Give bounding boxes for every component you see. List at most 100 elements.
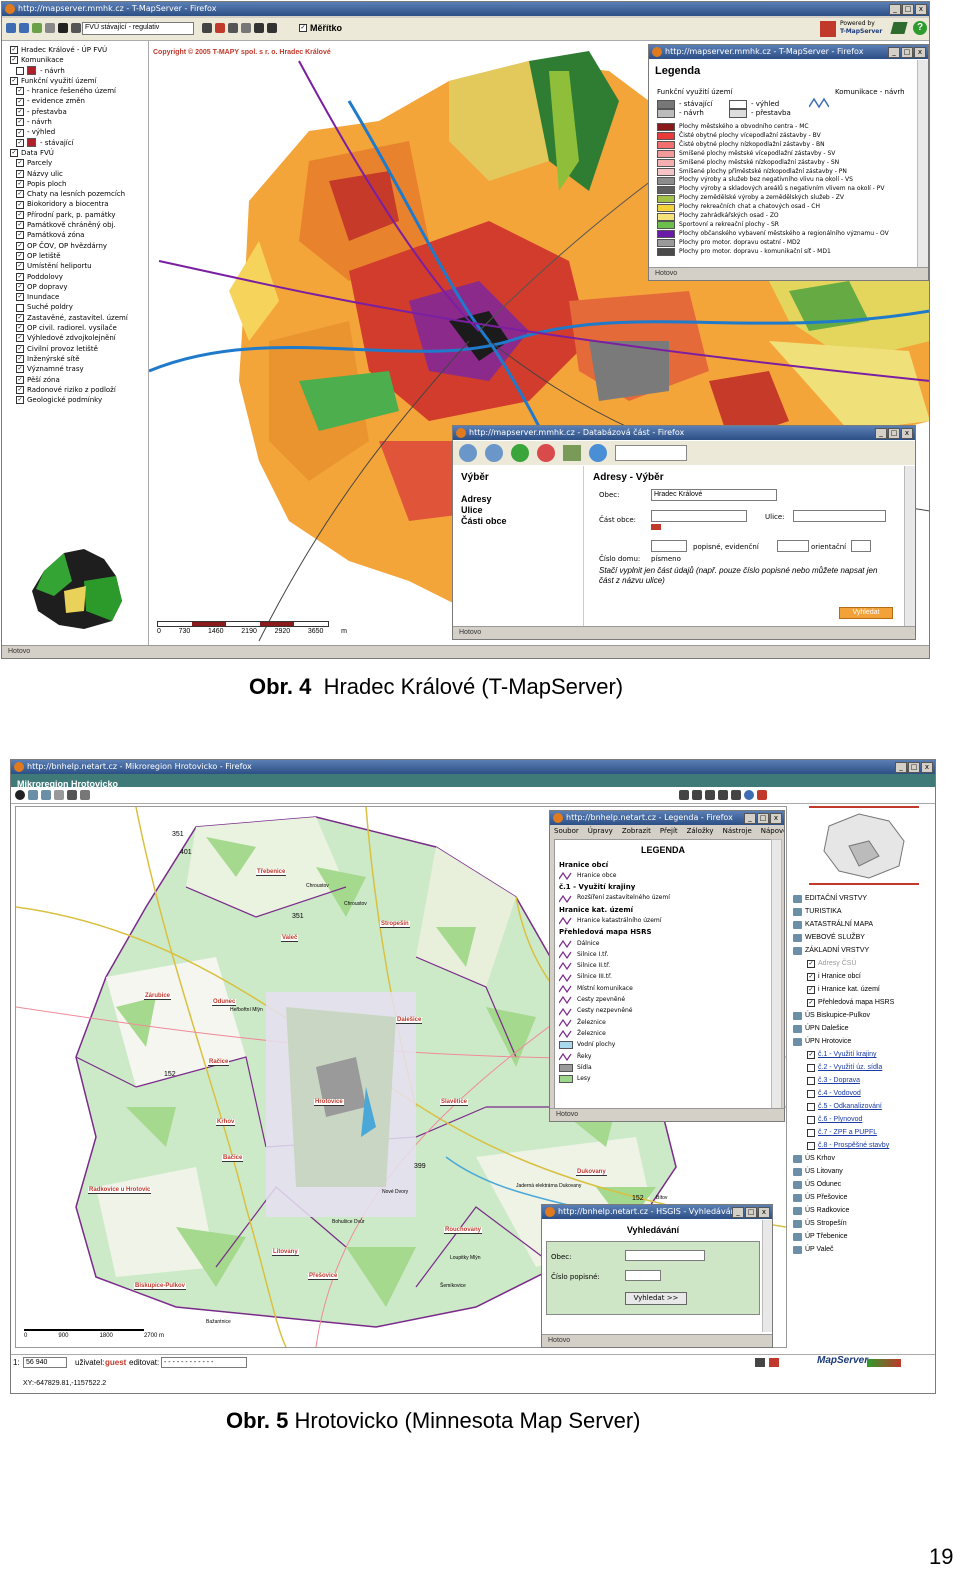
layer-checkbox[interactable]: ✓: [16, 334, 24, 343]
layer-tree-item[interactable]: ÚP Valeč: [793, 1243, 894, 1256]
layer-item[interactable]: ✓ Parcely: [10, 158, 148, 168]
layer-tree-label[interactable]: č.1 - Využití krajiny: [818, 1051, 876, 1058]
legend-scrollbar[interactable]: [917, 60, 928, 268]
maximize-button[interactable]: □: [888, 428, 900, 439]
layer-tree-item[interactable]: ÚS Litovany: [793, 1165, 894, 1178]
extent-icon[interactable]: [705, 790, 715, 800]
menu-item[interactable]: Přejít: [660, 826, 678, 836]
layer-item[interactable]: ✓ Inženýrské sítě: [10, 354, 148, 364]
maximize-button[interactable]: □: [901, 47, 913, 58]
layer-tree-item[interactable]: ÚS Radkovice: [793, 1204, 894, 1217]
layer-item[interactable]: ✓ Výhledové zdvojkolejnění: [10, 333, 148, 343]
forward-arrow-icon[interactable]: [267, 23, 277, 33]
zoom-in-icon[interactable]: [6, 23, 16, 33]
layer-checkbox[interactable]: [807, 1063, 815, 1072]
tools-icon[interactable]: [769, 1358, 779, 1367]
layer-checkbox[interactable]: ✓: [16, 200, 24, 209]
layer-item[interactable]: ✓ Civilní provoz letiště: [10, 344, 148, 354]
close-button[interactable]: x: [758, 1207, 770, 1218]
reload-icon[interactable]: [511, 444, 529, 462]
layer-checkbox[interactable]: ✓: [16, 272, 24, 281]
layer-tree-item[interactable]: ✓ Adresy ČSÚ: [793, 957, 894, 970]
layer-tree-item[interactable]: č.3 - Doprava: [793, 1074, 894, 1087]
layer-checkbox[interactable]: ✓: [16, 180, 24, 188]
layer-tree-item[interactable]: ÚS Stropešín: [793, 1217, 894, 1230]
layer-item[interactable]: ✓ Památková zóna: [10, 230, 148, 240]
layer-tree-item[interactable]: ÚS Krhov: [793, 1152, 894, 1165]
layer-checkbox[interactable]: ✓: [16, 375, 24, 384]
layer-item[interactable]: ✓ Chaty na lesních pozemcích: [10, 189, 148, 199]
maximize-button[interactable]: □: [908, 762, 920, 773]
close-button[interactable]: x: [921, 762, 933, 773]
layer-item[interactable]: ✓ Komunikace: [10, 55, 148, 65]
layer-checkbox[interactable]: [16, 303, 24, 312]
layer-checkbox[interactable]: ✓: [807, 959, 815, 968]
layer-item[interactable]: ✓ OP letiště: [10, 251, 148, 261]
maximize-button[interactable]: □: [745, 1207, 757, 1218]
ulice-input[interactable]: [793, 510, 886, 522]
layer-checkbox[interactable]: [807, 1076, 815, 1085]
info-icon[interactable]: [58, 23, 68, 33]
search-scrollbar[interactable]: [762, 1220, 772, 1332]
layer-tree-item[interactable]: ✓ Přehledová mapa HSRS: [793, 996, 894, 1009]
nav-link-adresy[interactable]: Adresy: [461, 494, 492, 504]
menu-item[interactable]: Záložky: [687, 826, 714, 836]
cislo-popisne-input[interactable]: [625, 1270, 661, 1281]
layer-checkbox[interactable]: [807, 1128, 815, 1137]
layer-tree-label[interactable]: č.2 - Využití úz. sídla: [818, 1064, 882, 1071]
layer-checkbox[interactable]: ✓: [16, 344, 24, 353]
layer-tree-label[interactable]: č.3 - Doprava: [818, 1077, 860, 1084]
pan-icon[interactable]: [32, 23, 42, 33]
layer-checkbox[interactable]: [807, 1115, 815, 1124]
layer-tree-item[interactable]: ÚP Třebenice: [793, 1230, 894, 1243]
layer-tree-item[interactable]: č.6 - Plynovod: [793, 1113, 894, 1126]
layer-checkbox[interactable]: ✓: [16, 138, 24, 147]
minimize-button[interactable]: _: [889, 4, 901, 15]
layer-item[interactable]: ✓ OP ČOV, OP hvězdárny: [10, 241, 148, 251]
layer-checkbox[interactable]: [807, 1102, 815, 1111]
layer-checkbox[interactable]: ✓: [16, 231, 24, 240]
layer-checkbox[interactable]: ✓: [807, 998, 815, 1007]
layer-item[interactable]: ✓ Data FVÚ: [10, 148, 148, 158]
menu-item[interactable]: Nápověda: [761, 826, 784, 836]
zoom-in-icon[interactable]: [28, 790, 38, 800]
info-icon[interactable]: [15, 790, 25, 800]
maximize-button[interactable]: □: [902, 4, 914, 15]
layer-tree-item[interactable]: ✓ i Hranice kat. území: [793, 983, 894, 996]
print-icon[interactable]: [731, 790, 741, 800]
layer-checkbox[interactable]: ✓: [16, 396, 24, 405]
menu-item[interactable]: Úpravy: [588, 826, 613, 836]
binoculars-icon[interactable]: [718, 790, 728, 800]
close-button[interactable]: x: [915, 4, 927, 15]
layer-item[interactable]: ✓ Popis ploch: [10, 179, 148, 189]
layer-item[interactable]: ✓ Biokoridory a biocentra: [10, 199, 148, 209]
layer-item[interactable]: ✓ Funkční využití území: [10, 76, 148, 86]
layer-checkbox[interactable]: ✓: [16, 282, 24, 291]
close-button[interactable]: x: [901, 428, 913, 439]
menu-item[interactable]: Soubor: [554, 826, 579, 836]
layer-checkbox[interactable]: ✓: [16, 169, 24, 178]
layer-checkbox[interactable]: ✓: [807, 985, 815, 994]
print-icon[interactable]: [241, 23, 251, 33]
measure-icon[interactable]: [71, 23, 81, 33]
layer-checkbox[interactable]: ✓: [16, 313, 24, 322]
measure-icon[interactable]: [67, 790, 77, 800]
layer-item[interactable]: ✓ Inundace: [10, 292, 148, 302]
layer-item[interactable]: ✓ Radonové riziko z podloží: [10, 385, 148, 395]
layer-tree-label[interactable]: č.5 - Odkanalizování: [818, 1103, 882, 1110]
layer-tree-item[interactable]: č.8 - Prospěšné stavby: [793, 1139, 894, 1152]
address-field[interactable]: [615, 445, 687, 461]
obec-input[interactable]: [625, 1250, 705, 1261]
layer-tree-item[interactable]: ÚPN Hrotovice: [793, 1035, 894, 1048]
layer-tree-item[interactable]: EDITAČNÍ VRSTVY: [793, 892, 894, 905]
layer-item[interactable]: ✓ Významné trasy: [10, 364, 148, 374]
layer-tree-label[interactable]: č.8 - Prospěšné stavby: [818, 1142, 889, 1149]
layer-checkbox[interactable]: [16, 66, 24, 75]
nav-link-ulice[interactable]: Ulice: [461, 505, 483, 515]
close-button[interactable]: x: [770, 813, 782, 824]
layer-tree-item[interactable]: ÚS Odunec: [793, 1178, 894, 1191]
layer-checkbox[interactable]: ✓: [16, 107, 24, 116]
refresh-icon[interactable]: [45, 23, 55, 33]
layer-item[interactable]: ✓ Názvy ulic: [10, 169, 148, 179]
layer-select[interactable]: FVÚ stávající - regulativ: [82, 22, 194, 35]
